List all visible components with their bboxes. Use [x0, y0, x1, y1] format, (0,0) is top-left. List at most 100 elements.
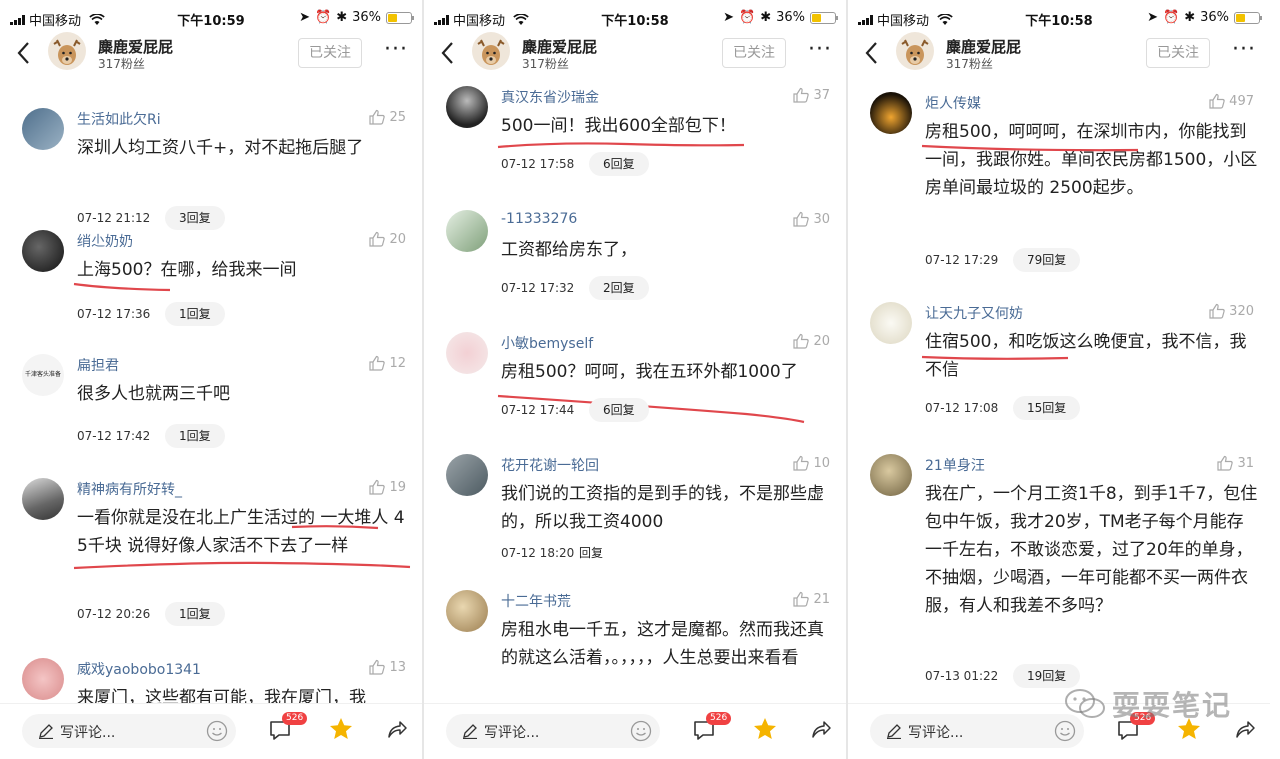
star-icon[interactable]	[752, 716, 778, 742]
share-icon[interactable]	[810, 718, 832, 740]
commenter-avatar[interactable]	[446, 454, 488, 496]
commenter-name[interactable]: 小敏bemyself	[501, 333, 593, 353]
like-button[interactable]: 497	[1208, 92, 1254, 110]
reply-button[interactable]: 6回复	[589, 152, 649, 176]
like-button[interactable]: 10	[792, 454, 830, 472]
like-button[interactable]: 31	[1216, 454, 1254, 472]
comment-list[interactable]: 炬人传媒 497 房租500，呵呵呵，在深圳市内，你能找到一间，我跟你姓。单间农…	[848, 80, 1270, 703]
more-options-button[interactable]: ···	[1232, 39, 1260, 64]
alarm-icon: ⏰	[315, 10, 332, 25]
author-name[interactable]: 麋鹿爱屁屁	[98, 36, 173, 57]
more-options-button[interactable]: ···	[384, 39, 412, 64]
like-button[interactable]: 37	[792, 86, 830, 104]
like-count: 25	[389, 109, 406, 125]
commenter-name[interactable]: 花开花谢一轮回	[501, 455, 599, 475]
commenter-name[interactable]: 炬人传媒	[925, 93, 981, 113]
like-count: 13	[389, 659, 406, 675]
thumbs-up-icon	[793, 455, 810, 471]
commenter-name[interactable]: 绡尐奶奶	[77, 231, 133, 251]
location-icon: ➤	[723, 10, 734, 25]
like-button[interactable]: 13	[368, 658, 406, 676]
profile-header: 麋鹿爱屁屁 317粉丝 已关注 ···	[848, 30, 1270, 78]
commenter-avatar[interactable]	[22, 478, 64, 520]
reply-button[interactable]: 1回复	[165, 602, 225, 626]
commenter-name[interactable]: 威戏yaobobo1341	[77, 659, 201, 679]
back-arrow-icon[interactable]	[862, 38, 882, 68]
emoji-icon[interactable]	[630, 720, 652, 742]
commenter-avatar[interactable]	[446, 332, 488, 374]
share-icon[interactable]	[1234, 718, 1256, 740]
author-name[interactable]: 麋鹿爱屁屁	[522, 36, 597, 57]
watermark: 耍耍笔记	[1064, 684, 1232, 724]
comment-meta: 07-12 17:58 6回复	[501, 152, 649, 176]
commenter-avatar[interactable]	[22, 658, 64, 700]
alarm-icon: ⏰	[739, 10, 756, 25]
like-button[interactable]: 12	[368, 354, 406, 372]
follow-button[interactable]: 已关注	[722, 38, 786, 68]
write-comment-input[interactable]: 写评论...	[22, 714, 236, 748]
write-comment-input[interactable]: 写评论...	[446, 714, 660, 748]
like-button[interactable]: 19	[368, 478, 406, 496]
author-avatar[interactable]	[472, 32, 510, 70]
share-icon[interactable]	[386, 718, 408, 740]
bluetooth-icon: ✱	[1184, 10, 1196, 25]
commenter-name[interactable]: 生活如此欠Ri	[77, 109, 161, 129]
like-button[interactable]: 320	[1208, 302, 1254, 320]
commenter-avatar[interactable]	[446, 590, 488, 632]
reply-button[interactable]: 2回复	[589, 276, 649, 300]
reply-button[interactable]: 1回复	[165, 302, 225, 326]
commenter-avatar[interactable]	[870, 454, 912, 496]
like-button[interactable]: 25	[368, 108, 406, 126]
battery-icon	[1234, 11, 1262, 24]
back-arrow-icon[interactable]	[14, 38, 34, 68]
follow-button[interactable]: 已关注	[1146, 38, 1210, 68]
author-avatar[interactable]	[48, 32, 86, 70]
reply-button[interactable]: 回复	[579, 544, 603, 561]
commenter-name[interactable]: 精神病有所好转_	[77, 479, 182, 499]
like-button[interactable]: 21	[792, 590, 830, 608]
like-button[interactable]: 20	[792, 332, 830, 350]
star-icon[interactable]	[328, 716, 354, 742]
commenter-name[interactable]: -11333276	[501, 211, 577, 227]
commenter-avatar[interactable]	[22, 108, 64, 150]
commenter-name[interactable]: 让天九子又何妨	[925, 303, 1023, 323]
like-button[interactable]: 20	[368, 230, 406, 248]
like-button[interactable]: 30	[792, 210, 830, 228]
commenter-name[interactable]: 21单身汪	[925, 455, 985, 475]
commenter-avatar[interactable]	[446, 210, 488, 252]
commenter-name[interactable]: 扁担君	[77, 355, 119, 375]
comment-list[interactable]: 生活如此欠Ri 25 深圳人均工资八千+，对不起拖后腿了 07-12 21:12…	[0, 80, 422, 703]
commenter-avatar[interactable]	[870, 92, 912, 134]
commenter-avatar[interactable]	[22, 230, 64, 272]
comment-text: 房租水电一千五，这才是魔都。然而我还真的就这么活着，。，，，，人生总要出来看看	[501, 620, 824, 668]
watermark-text: 耍耍笔记	[1112, 689, 1233, 722]
commenter-avatar[interactable]	[446, 86, 488, 128]
comment-time: 07-12 17:29	[925, 253, 999, 267]
reply-button[interactable]: 6回复	[589, 398, 649, 422]
thumbs-up-icon	[1209, 93, 1225, 109]
bottom-bar: 写评论... 526	[0, 703, 422, 759]
commenter-avatar[interactable]	[870, 302, 912, 344]
emoji-icon[interactable]	[206, 720, 228, 742]
commenter-name[interactable]: 真汉东省沙瑞金	[501, 87, 599, 107]
author-avatar[interactable]	[896, 32, 934, 70]
write-comment-input[interactable]: 写评论...	[870, 714, 1084, 748]
author-name[interactable]: 麋鹿爱屁屁	[946, 36, 1021, 57]
more-options-button[interactable]: ···	[808, 39, 836, 64]
comment-text: 500一间！我出600全部包下！	[501, 116, 736, 136]
commenter-avatar[interactable]: 千津客头准备	[22, 354, 64, 396]
reply-button[interactable]: 3回复	[165, 206, 225, 230]
reply-button[interactable]: 79回复	[1013, 248, 1081, 272]
like-count: 21	[813, 591, 830, 607]
thumbs-up-icon	[793, 591, 810, 607]
thumbs-up-icon	[1217, 455, 1234, 471]
back-arrow-icon[interactable]	[438, 38, 458, 68]
reply-button[interactable]: 15回复	[1013, 396, 1081, 420]
comment-text: 一看你就是没在北上广生活过的 一大堆人 4 5千块 说得好像人家活不下去了一样	[77, 508, 405, 556]
comment-list[interactable]: 真汉东省沙瑞金 37 500一间！我出600全部包下！ 07-12 17:58 6…	[424, 80, 846, 703]
status-bar: 中国移动 下午10:59 ➤ ⏰ ✱ 36%	[0, 0, 422, 34]
follow-button[interactable]: 已关注	[298, 38, 362, 68]
reply-button[interactable]: 1回复	[165, 424, 225, 448]
thumbs-up-icon	[369, 479, 386, 495]
commenter-name[interactable]: 十二年书荒	[501, 591, 571, 611]
